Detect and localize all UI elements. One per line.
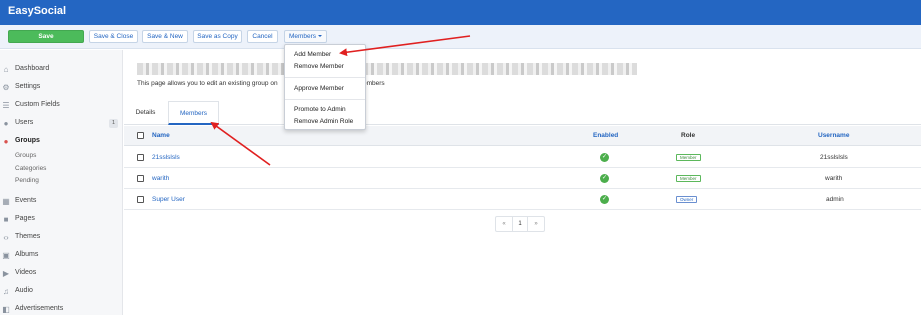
arrow-to-add-member bbox=[339, 35, 471, 57]
annotation-arrows bbox=[210, 35, 471, 166]
arrow-to-members-tab bbox=[210, 121, 271, 166]
